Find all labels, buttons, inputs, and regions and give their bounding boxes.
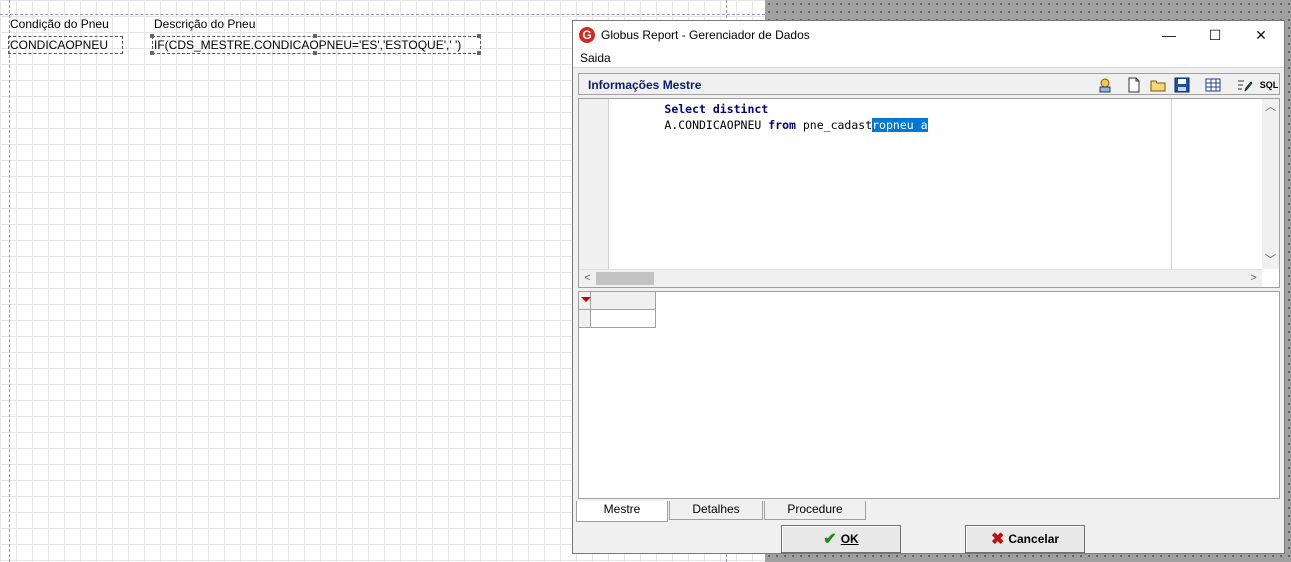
scroll-right-icon[interactable]: > (1245, 270, 1262, 287)
checkmark-icon: ✔ (823, 530, 837, 548)
sql-icon[interactable]: SQL (1259, 77, 1279, 93)
detail-field-condicaopneu[interactable]: CONDICAOPNEU (8, 36, 123, 54)
vertical-scrollbar[interactable]: ︿ ﹀ (1262, 99, 1279, 269)
selection-handle[interactable] (313, 34, 317, 38)
selection-handle[interactable] (313, 51, 317, 55)
cancel-button-label: Cancelar (1008, 532, 1060, 546)
wizard-icon[interactable] (1097, 77, 1113, 93)
grid-column-header[interactable] (591, 292, 656, 310)
cancel-x-icon: ✖ (990, 530, 1005, 548)
margin-guide-left (9, 0, 10, 562)
cancel-button[interactable]: ✖ Cancelar (965, 525, 1085, 553)
sql-keyword-select: Select distinct (664, 102, 769, 116)
new-document-icon[interactable] (1126, 77, 1142, 93)
grid-row-indicator[interactable] (579, 310, 591, 328)
tab-mestre[interactable]: Mestre (576, 501, 668, 522)
grid-cell[interactable] (591, 310, 656, 328)
panel-header: Informações Mestre SQL (578, 73, 1280, 95)
ok-button-label: OK (840, 532, 859, 546)
selection-handle[interactable] (150, 34, 154, 38)
header-label-descricao[interactable]: Descrição do Pneu (154, 16, 255, 32)
selection-handle[interactable] (477, 51, 481, 55)
title-bar[interactable]: G Globus Report - Gerenciador de Dados —… (573, 21, 1284, 49)
maximize-icon[interactable]: ☐ (1192, 21, 1238, 49)
selection-handle[interactable] (150, 51, 154, 55)
minimize-icon[interactable]: — (1146, 21, 1192, 49)
tab-detalhes[interactable]: Detalhes (669, 501, 763, 520)
current-row-indicator-icon (581, 297, 591, 302)
scroll-down-icon[interactable]: ﹀ (1262, 252, 1279, 269)
tab-procedure[interactable]: Procedure (764, 501, 866, 520)
sql-line2-prefix: A.CONDICAOPNEU (609, 118, 769, 132)
data-manager-window: G Globus Report - Gerenciador de Dados —… (572, 20, 1285, 554)
ok-button[interactable]: ✔ OK (781, 525, 901, 553)
selection-handle[interactable] (477, 34, 481, 38)
scroll-up-icon[interactable]: ︿ (1262, 99, 1279, 116)
sql-selected-text: ropneu a (872, 118, 928, 132)
grid-indicator-cell (579, 292, 591, 310)
scroll-left-icon[interactable]: < (579, 270, 596, 287)
data-grid[interactable] (578, 291, 1280, 499)
menu-bar: Saida (573, 49, 1284, 68)
open-folder-icon[interactable] (1150, 77, 1166, 93)
sql-line2-text: pne_cadast (795, 118, 873, 132)
header-label-condicao[interactable]: Condição do Pneu (10, 16, 109, 32)
close-icon[interactable]: ✕ (1238, 21, 1284, 49)
horizontal-scroll-thumb[interactable] (596, 272, 654, 285)
panel-title: Informações Mestre (588, 78, 702, 92)
edit-icon[interactable] (1236, 77, 1253, 93)
sql-code[interactable]: Select distinct A.CONDICAOPNEU from pne_… (609, 101, 928, 133)
editor-right-margin (1171, 99, 1172, 269)
grid-view-icon[interactable] (1205, 77, 1221, 93)
horizontal-scrollbar[interactable]: < > (579, 269, 1262, 287)
save-disk-icon[interactable] (1174, 77, 1190, 93)
window-title: Globus Report - Gerenciador de Dados (601, 28, 810, 42)
sql-keyword-from: from (768, 118, 796, 132)
editor-gutter (579, 99, 609, 269)
band-guide-top (0, 14, 765, 15)
menu-item-saida[interactable]: Saida (580, 51, 611, 65)
sql-editor[interactable]: Select distinct A.CONDICAOPNEU from pne_… (578, 98, 1280, 288)
globus-app-icon: G (579, 27, 595, 43)
